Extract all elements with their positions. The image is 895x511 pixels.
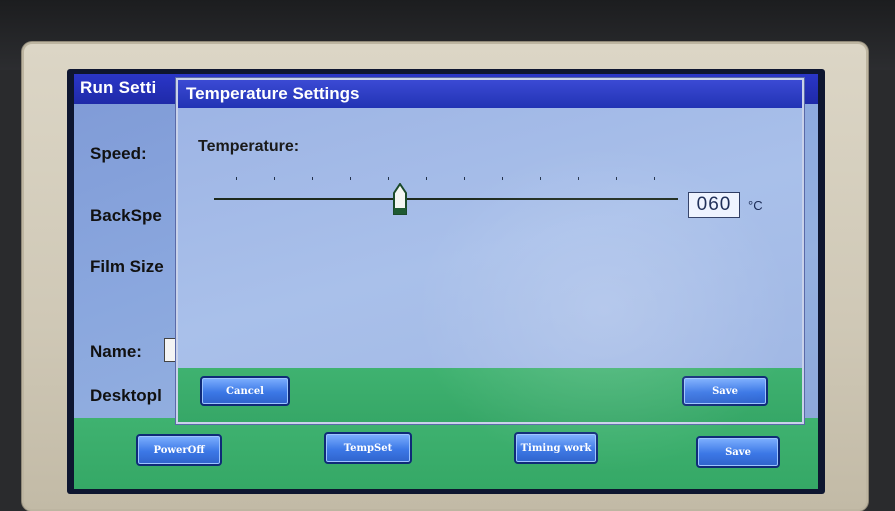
dialog-cancel-button[interactable]: Cancel	[200, 376, 290, 406]
name-input[interactable]	[164, 338, 176, 362]
slider-tick	[350, 177, 351, 180]
slider-tick	[464, 177, 465, 180]
poweroff-button[interactable]: PowerOff	[136, 434, 222, 466]
temperature-slider-track[interactable]	[214, 198, 678, 200]
dialog-titlebar: Temperature Settings	[178, 80, 802, 108]
device-screen: Run Setti Speed: BackSpe Film Size Name:…	[67, 69, 825, 494]
backspeed-label: BackSpe	[90, 206, 162, 225]
dialog-button-bar: Cancel Save	[178, 368, 802, 422]
name-label: Name:	[90, 342, 142, 361]
film-size-label: Film Size	[90, 257, 164, 276]
slider-tick	[654, 177, 655, 180]
slider-tick	[312, 177, 313, 180]
slider-tick	[502, 177, 503, 180]
dialog-save-button[interactable]: Save	[682, 376, 768, 406]
slider-tick	[426, 177, 427, 180]
desktop-label: Desktopl	[90, 386, 162, 405]
lcd-display: Run Setti Speed: BackSpe Film Size Name:…	[74, 74, 818, 489]
slider-tick	[388, 177, 389, 180]
slider-tick	[616, 177, 617, 180]
slider-tick	[274, 177, 275, 180]
temperature-settings-dialog: Temperature Settings Temperature: 060 °C…	[176, 78, 804, 424]
main-save-button[interactable]: Save	[696, 436, 780, 468]
slider-tick	[540, 177, 541, 180]
main-button-bar: PowerOff TempSet Timing work Save	[74, 418, 818, 489]
temperature-label: Temperature:	[198, 138, 300, 155]
slider-tick	[236, 177, 237, 180]
temperature-value[interactable]: 060	[688, 192, 740, 218]
dialog-title: Temperature Settings	[186, 84, 360, 103]
slider-tick	[578, 177, 579, 180]
timing-work-button[interactable]: Timing work	[514, 432, 598, 464]
temperature-unit: °C	[748, 198, 763, 213]
run-settings-title: Run Setti	[80, 78, 157, 97]
tempset-button[interactable]: TempSet	[324, 432, 412, 464]
temperature-slider-thumb[interactable]	[392, 182, 408, 217]
speed-label: Speed:	[90, 144, 147, 163]
